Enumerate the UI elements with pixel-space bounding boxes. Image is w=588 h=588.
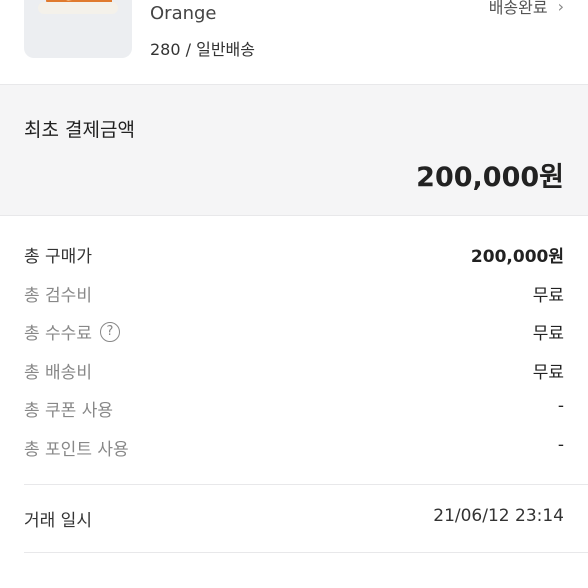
- payment-detail-list: 총 구매가 200,000원 총 검수비 무료 총 수수료 ? 무료 총 배송비…: [0, 236, 588, 468]
- sneaker-sole-shape: [38, 2, 118, 14]
- detail-value: -: [557, 434, 564, 455]
- divider: [24, 484, 588, 485]
- detail-label-with-help: 총 수수료 ?: [24, 319, 120, 344]
- product-name: Orange: [150, 3, 217, 24]
- payment-total-panel: 최초 결제금액 200,000원: [0, 84, 588, 216]
- trade-datetime-row: 거래 일시 21/06/12 23:14: [0, 506, 588, 536]
- detail-row-shipping-fee: 총 배송비 무료: [0, 352, 588, 391]
- detail-label: 총 배송비: [24, 362, 92, 383]
- detail-row-commission: 총 수수료 ? 무료: [0, 313, 588, 352]
- detail-row-purchase-price: 총 구매가 200,000원: [0, 236, 588, 275]
- detail-row-inspection-fee: 총 검수비 무료: [0, 275, 588, 314]
- detail-value: 200,000원: [470, 247, 564, 267]
- detail-value: 무료: [532, 324, 564, 345]
- delivery-status-link[interactable]: 배송완료 ›: [489, 0, 564, 18]
- detail-label: 총 포인트 사용: [24, 439, 129, 460]
- total-payment-label: 최초 결제금액: [24, 119, 135, 141]
- delivery-status-label: 배송완료: [488, 0, 548, 17]
- chevron-right-icon: ›: [557, 0, 564, 16]
- product-thumbnail[interactable]: [24, 0, 132, 58]
- detail-value: 무료: [532, 285, 564, 306]
- divider: [24, 552, 588, 553]
- help-icon[interactable]: ?: [99, 321, 120, 342]
- trade-datetime-value: 21/06/12 23:14: [433, 506, 564, 526]
- detail-row-coupon: 총 쿠폰 사용 -: [0, 390, 588, 429]
- total-payment-amount: 200,000원: [416, 162, 564, 193]
- detail-value: 무료: [532, 362, 564, 383]
- product-option: 280 / 일반배송: [150, 40, 255, 59]
- detail-row-points: 총 포인트 사용 -: [0, 429, 588, 468]
- detail-label: 총 쿠폰 사용: [24, 401, 114, 422]
- trade-datetime-label: 거래 일시: [24, 511, 92, 531]
- detail-label: 총 검수비: [24, 285, 92, 306]
- detail-label: 총 구매가: [24, 247, 92, 267]
- detail-label-text: 총 수수료: [24, 324, 92, 345]
- detail-value: -: [557, 396, 564, 417]
- product-row[interactable]: Orange 280 / 일반배송 배송완료 ›: [0, 0, 588, 84]
